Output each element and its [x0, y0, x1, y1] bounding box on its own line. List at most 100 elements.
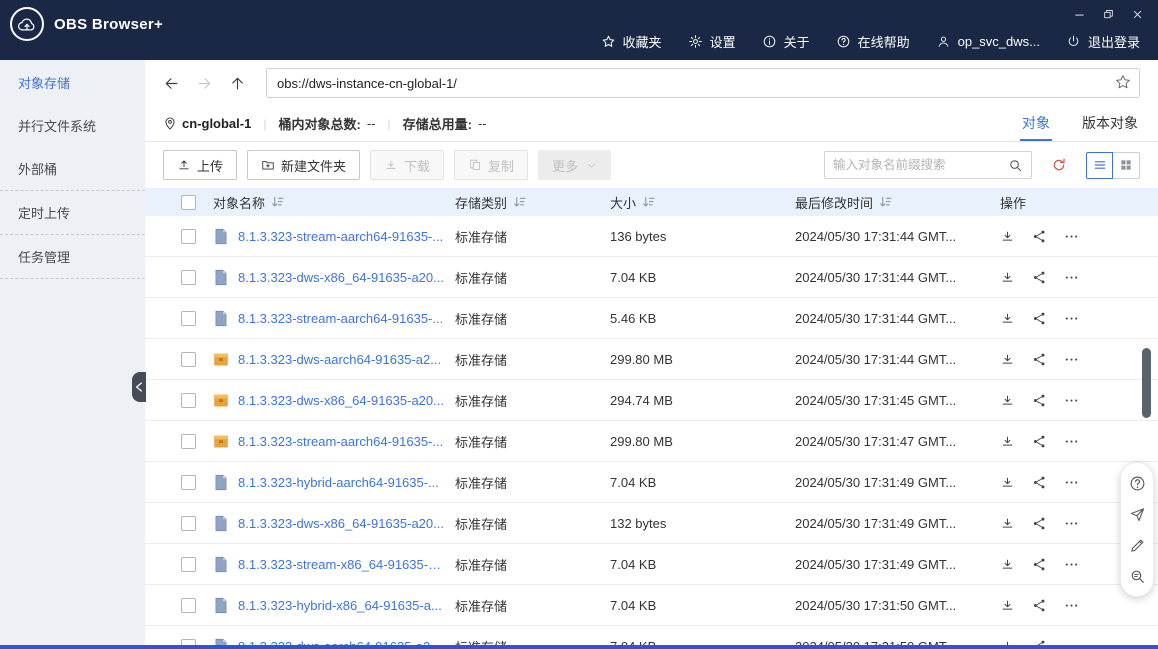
more-actions[interactable]: [1064, 475, 1079, 490]
info-icon: [762, 34, 777, 49]
object-name-link[interactable]: 8.1.3.323-stream-aarch64-91635-...: [238, 311, 443, 326]
list-view-button[interactable]: [1086, 151, 1113, 179]
share-action[interactable]: [1032, 270, 1047, 285]
object-name-link[interactable]: 8.1.3.323-dws-x86_64-91635-a20...: [238, 516, 444, 531]
minimize-button[interactable]: [1066, 4, 1092, 24]
share-action[interactable]: [1032, 229, 1047, 244]
favorite-button[interactable]: [1114, 73, 1132, 96]
download-action[interactable]: [1000, 516, 1015, 531]
share-action[interactable]: [1032, 311, 1047, 326]
more-actions[interactable]: [1064, 516, 1079, 531]
account-menu-item[interactable]: op_svc_dws...: [936, 34, 1040, 49]
object-name-link[interactable]: 8.1.3.323-stream-aarch64-91635-...: [238, 434, 443, 449]
edit-float-button[interactable]: [1127, 535, 1147, 555]
address-input[interactable]: [266, 68, 1140, 98]
sidebar-item-object-storage[interactable]: 对象存储: [0, 61, 145, 104]
share-action[interactable]: [1032, 434, 1047, 449]
row-checkbox[interactable]: [180, 515, 196, 531]
feedback-float-button[interactable]: [1127, 504, 1147, 524]
row-checkbox[interactable]: [180, 269, 196, 285]
more-actions[interactable]: [1064, 229, 1079, 244]
select-all-checkbox[interactable]: [180, 194, 196, 210]
close-button[interactable]: [1124, 4, 1150, 24]
object-name-link[interactable]: 8.1.3.323-stream-x86_64-91635-a...: [238, 557, 445, 572]
row-checkbox[interactable]: [180, 556, 196, 572]
share-action[interactable]: [1032, 516, 1047, 531]
search-button[interactable]: [1008, 158, 1023, 173]
download-action[interactable]: [1000, 393, 1015, 408]
maximize-button[interactable]: [1095, 4, 1121, 24]
more-actions[interactable]: [1064, 270, 1079, 285]
more-actions[interactable]: [1064, 311, 1079, 326]
object-name-link[interactable]: 8.1.3.323-stream-aarch64-91635-...: [238, 229, 443, 244]
tab-version-objects[interactable]: 版本对象: [1080, 106, 1140, 141]
column-header[interactable]: 存储类别: [455, 193, 610, 212]
forward-button[interactable]: [196, 75, 213, 92]
row-checkbox[interactable]: [180, 433, 196, 449]
row-operations: [1000, 598, 1132, 613]
download-action[interactable]: [1000, 270, 1015, 285]
sidebar-collapse-handle[interactable]: [132, 372, 146, 402]
row-checkbox[interactable]: [180, 597, 196, 613]
object-name-link[interactable]: 8.1.3.323-hybrid-x86_64-91635-a...: [238, 598, 442, 613]
upload-button[interactable]: 上传: [163, 150, 238, 180]
download-action[interactable]: [1000, 475, 1015, 490]
download-action[interactable]: [1000, 229, 1015, 244]
sidebar-item-parallel-file-system[interactable]: 并行文件系统: [0, 104, 145, 147]
more-actions[interactable]: [1064, 393, 1079, 408]
sidebar-item-external-buckets[interactable]: 外部桶: [0, 147, 145, 191]
logout-menu-item[interactable]: 退出登录: [1066, 32, 1140, 51]
column-header[interactable]: 最后修改时间: [795, 193, 1000, 212]
row-checkbox[interactable]: [180, 474, 196, 490]
chevron-left-icon: [135, 382, 143, 392]
column-header[interactable]: 对象名称: [213, 193, 455, 212]
more-button[interactable]: 更多: [538, 150, 612, 180]
row-checkbox[interactable]: [180, 310, 196, 326]
sidebar-item-task-management[interactable]: 任务管理: [0, 235, 145, 279]
more-actions[interactable]: [1064, 598, 1079, 613]
copy-button[interactable]: 复制: [454, 150, 529, 180]
more-actions[interactable]: [1064, 434, 1079, 449]
file-icon: [213, 597, 229, 614]
survey-float-button[interactable]: [1127, 566, 1147, 586]
refresh-button[interactable]: [1051, 157, 1067, 173]
object-name-link[interactable]: 8.1.3.323-dws-x86_64-91635-a20...: [238, 270, 444, 285]
settings-menu-item[interactable]: 设置: [688, 32, 736, 51]
object-name-link[interactable]: 8.1.3.323-hybrid-aarch64-91635-...: [238, 475, 439, 490]
download-action[interactable]: [1000, 557, 1015, 572]
share-action[interactable]: [1032, 598, 1047, 613]
row-checkbox[interactable]: [180, 351, 196, 367]
download-button[interactable]: 下载: [370, 150, 445, 180]
object-name-link[interactable]: 8.1.3.323-dws-aarch64-91635-a2...: [238, 352, 441, 367]
row-checkbox[interactable]: [180, 228, 196, 244]
more-actions[interactable]: [1064, 352, 1079, 367]
share-action[interactable]: [1032, 557, 1047, 572]
download-action[interactable]: [1000, 352, 1015, 367]
favorites-menu-item[interactable]: 收藏夹: [601, 32, 662, 51]
tab-objects[interactable]: 对象: [1020, 106, 1052, 141]
sidebar-item-scheduled-upload[interactable]: 定时上传: [0, 191, 145, 235]
online-help-menu-item[interactable]: 在线帮助: [836, 32, 910, 51]
share-action[interactable]: [1032, 393, 1047, 408]
column-header[interactable]: 大小: [610, 193, 795, 212]
new-folder-button[interactable]: 新建文件夹: [247, 150, 361, 180]
download-action[interactable]: [1000, 598, 1015, 613]
download-action[interactable]: [1000, 311, 1015, 326]
download-action[interactable]: [1000, 434, 1015, 449]
share-action[interactable]: [1032, 352, 1047, 367]
share-icon: [1032, 311, 1047, 326]
more-icon: [1064, 270, 1079, 285]
vertical-scrollbar-thumb[interactable]: [1142, 348, 1151, 418]
more-actions[interactable]: [1064, 557, 1079, 572]
help-float-button[interactable]: [1127, 473, 1147, 493]
object-name-link[interactable]: 8.1.3.323-dws-x86_64-91635-a20...: [238, 393, 444, 408]
grid-view-button[interactable]: [1113, 151, 1140, 179]
up-button[interactable]: [229, 75, 246, 92]
storage-class-cell: 标准存储: [455, 270, 508, 286]
about-menu-item[interactable]: 关于: [762, 32, 810, 51]
search-input[interactable]: [833, 158, 1008, 172]
download-icon: [1000, 393, 1015, 408]
back-button[interactable]: [163, 75, 180, 92]
row-checkbox[interactable]: [180, 392, 196, 408]
share-action[interactable]: [1032, 475, 1047, 490]
